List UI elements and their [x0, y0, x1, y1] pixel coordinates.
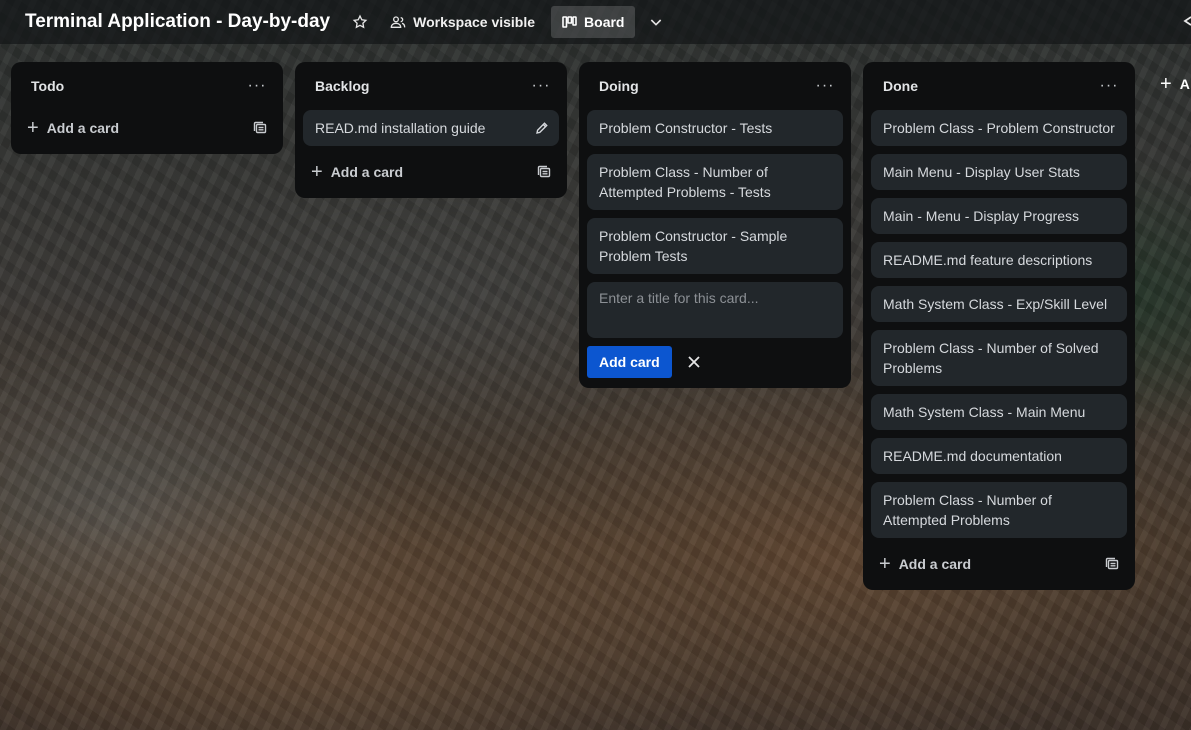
card-template-icon[interactable]	[537, 165, 551, 179]
add-card-row: + Add a card	[19, 110, 275, 146]
list-todo: Todo ··· + Add a card	[11, 62, 283, 154]
card[interactable]: Problem Class - Number of Attempted Prob…	[587, 154, 843, 210]
board-icon	[562, 16, 577, 28]
card-title: READ.md installation guide	[315, 120, 486, 136]
list-title[interactable]: Todo	[31, 78, 64, 94]
card[interactable]: Main Menu - Display User Stats	[871, 154, 1127, 190]
card-title: Math System Class - Exp/Skill Level	[883, 296, 1108, 312]
ellipsis-icon[interactable]: ···	[1099, 77, 1119, 95]
ellipsis-icon[interactable]: ···	[815, 77, 835, 95]
card-composer	[587, 282, 843, 338]
card-title: Problem Class - Number of Solved Problem…	[883, 340, 1099, 376]
add-card-button[interactable]: + Add a card	[27, 118, 119, 138]
card[interactable]: Problem Constructor - Sample Problem Tes…	[587, 218, 843, 274]
card[interactable]: Problem Class - Number of Solved Problem…	[871, 330, 1127, 386]
add-card-button[interactable]: + Add a card	[879, 554, 971, 574]
plus-icon: +	[27, 117, 39, 139]
add-card-button[interactable]: + Add a card	[311, 162, 403, 182]
card-title: Main - Menu - Display Progress	[883, 208, 1080, 224]
card-title: Problem Class - Number of Attempted Prob…	[883, 492, 1052, 528]
card[interactable]: Problem Constructor - Tests	[587, 110, 843, 146]
plus-icon: +	[1160, 73, 1172, 95]
chevron-down-icon[interactable]	[647, 13, 665, 31]
list-header: Todo ···	[19, 62, 275, 110]
board-view-label: Board	[584, 14, 625, 30]
pencil-icon[interactable]	[535, 120, 549, 134]
card[interactable]: README.md documentation	[871, 438, 1127, 474]
list-backlog: Backlog ··· READ.md installation guide +…	[295, 62, 567, 198]
card[interactable]: Problem Class - Problem Constructor	[871, 110, 1127, 146]
card-title: Problem Class - Problem Constructor	[883, 120, 1115, 136]
view-switcher-board[interactable]: Board	[551, 6, 636, 38]
card[interactable]: README.md feature descriptions	[871, 242, 1127, 278]
list-header: Backlog ···	[303, 62, 559, 110]
share-icon[interactable]	[1181, 14, 1191, 28]
add-card-label: Add a card	[898, 556, 972, 572]
visibility-label: Workspace visible	[413, 14, 536, 30]
card-title: Main Menu - Display User Stats	[883, 164, 1080, 180]
card-title: Problem Constructor - Sample Problem Tes…	[599, 228, 788, 264]
ellipsis-icon[interactable]: ···	[531, 77, 551, 95]
list-doing: Doing ··· Problem Constructor - Tests Pr…	[579, 62, 851, 388]
card[interactable]: READ.md installation guide	[303, 110, 559, 146]
ellipsis-icon[interactable]: ···	[247, 77, 267, 95]
card[interactable]: Math System Class - Exp/Skill Level	[871, 286, 1127, 322]
people-icon	[390, 15, 406, 29]
card-template-icon[interactable]	[253, 121, 267, 135]
composer-actions: Add card	[587, 346, 843, 378]
list-title[interactable]: Doing	[599, 78, 639, 94]
card-title: Math System Class - Main Menu	[883, 404, 1086, 420]
add-card-row: + Add a card	[871, 546, 1127, 582]
card[interactable]: Math System Class - Main Menu	[871, 394, 1127, 430]
add-card-row: + Add a card	[303, 154, 559, 190]
board-header: Terminal Application - Day-by-day Worksp…	[0, 0, 1191, 44]
plus-icon: +	[879, 553, 891, 575]
card-title: Problem Constructor - Tests	[599, 120, 773, 136]
list-done: Done ··· Problem Class - Problem Constru…	[863, 62, 1135, 590]
card[interactable]: Main - Menu - Display Progress	[871, 198, 1127, 234]
add-list-label: A	[1179, 76, 1190, 92]
plus-icon: +	[311, 161, 323, 183]
card-title-input[interactable]	[599, 290, 831, 330]
board-title[interactable]: Terminal Application - Day-by-day	[25, 11, 330, 33]
add-card-submit-button[interactable]: Add card	[587, 346, 672, 378]
list-header: Doing ···	[587, 62, 843, 110]
list-header: Done ···	[871, 62, 1127, 110]
card-title: README.md documentation	[883, 448, 1062, 464]
star-icon[interactable]	[350, 12, 370, 32]
card[interactable]: Problem Class - Number of Attempted Prob…	[871, 482, 1127, 538]
add-card-label: Add a card	[330, 164, 404, 180]
card-template-icon[interactable]	[1105, 557, 1119, 571]
close-icon[interactable]	[686, 354, 702, 370]
add-list-button[interactable]: + A	[1150, 62, 1191, 106]
list-title[interactable]: Done	[883, 78, 918, 94]
list-title[interactable]: Backlog	[315, 78, 369, 94]
add-card-label: Add a card	[46, 120, 120, 136]
card-title: README.md feature descriptions	[883, 252, 1093, 268]
visibility-button[interactable]: Workspace visible	[390, 14, 535, 30]
card-title: Problem Class - Number of Attempted Prob…	[599, 164, 771, 200]
